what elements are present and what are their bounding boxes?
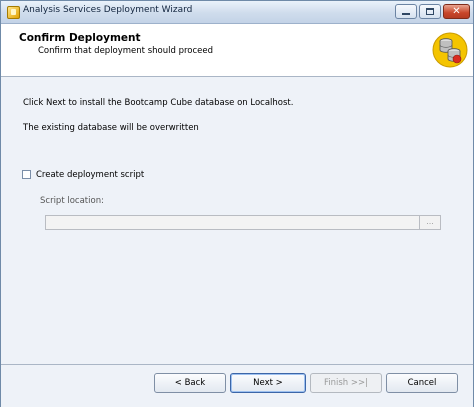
minimize-button[interactable] <box>395 4 417 19</box>
create-script-checkbox[interactable] <box>22 170 31 179</box>
wizard-window: Analysis Services Deployment Wizard ✕ Co… <box>0 0 474 407</box>
database-deploy-icon <box>432 32 468 68</box>
install-info-text: Click Next to install the Bootcamp Cube … <box>23 98 294 108</box>
back-button[interactable]: < Back <box>154 373 226 393</box>
page-title: Confirm Deployment <box>19 32 141 44</box>
page-subtitle: Confirm that deployment should proceed <box>38 46 214 56</box>
cancel-button[interactable]: Cancel <box>386 373 458 393</box>
script-location-label: Script location: <box>40 196 104 206</box>
finish-button[interactable]: Finish >>| <box>310 373 382 393</box>
overwrite-warning-text: The existing database will be overwritte… <box>23 123 199 133</box>
script-location-input[interactable] <box>45 215 420 230</box>
wizard-footer: < Back Next > Finish >>| Cancel <box>1 364 473 407</box>
minimize-icon <box>402 13 410 15</box>
wizard-header: Confirm Deployment Confirm that deployme… <box>1 24 473 77</box>
app-icon <box>7 6 20 19</box>
wizard-content: Click Next to install the Bootcamp Cube … <box>1 77 473 364</box>
browse-button[interactable]: ... <box>419 215 441 230</box>
title-bar[interactable]: Analysis Services Deployment Wizard ✕ <box>1 1 473 24</box>
close-button[interactable]: ✕ <box>443 4 470 19</box>
window-title: Analysis Services Deployment Wizard <box>23 5 193 15</box>
close-icon: ✕ <box>452 6 461 17</box>
next-button[interactable]: Next > <box>230 373 306 393</box>
maximize-button[interactable] <box>419 4 441 19</box>
maximize-icon <box>426 8 434 15</box>
create-script-label[interactable]: Create deployment script <box>36 170 144 180</box>
